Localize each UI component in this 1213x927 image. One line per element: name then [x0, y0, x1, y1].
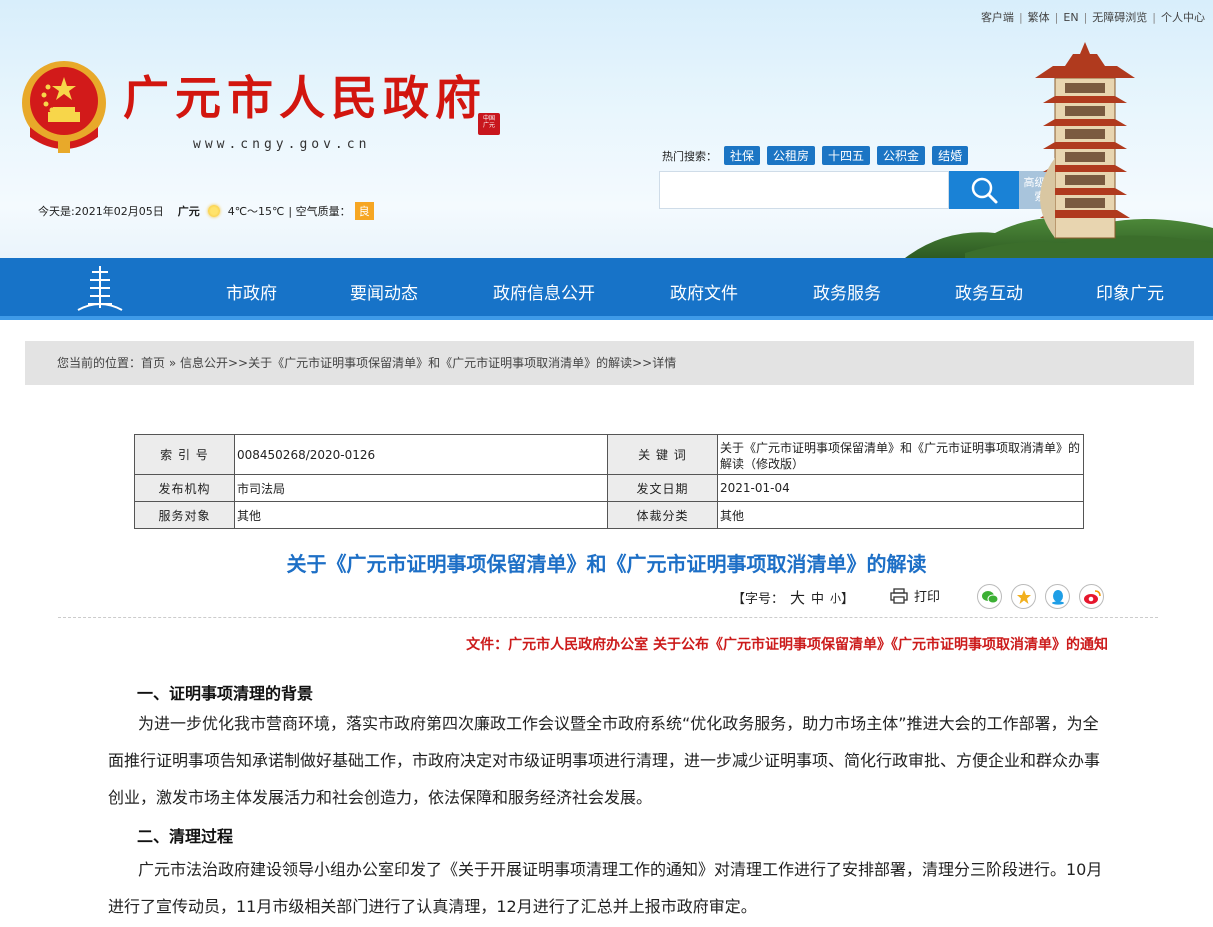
english-link[interactable]: EN	[1063, 11, 1078, 24]
personal-center-link[interactable]: 个人中心	[1161, 11, 1205, 24]
share-weibo-button[interactable]	[1079, 584, 1104, 609]
huangze-tower-icon	[905, 42, 1213, 258]
air-quality-label: | 空气质量：	[288, 205, 351, 218]
today-date: 今天是:2021年02月05日	[38, 205, 164, 218]
service-value: 其他	[234, 501, 608, 529]
section-1-text: 为进一步优化我市营商环境，落实市政府第四次廉政工作会议暨全市政府系统“优化政务服…	[108, 714, 1101, 807]
publisher-value: 市司法局	[234, 474, 608, 502]
hot-search-label: 热门搜索：	[662, 149, 717, 163]
article-title: 关于《广元市证明事项保留清单》和《广元市证明事项取消清单》的解读	[286, 552, 927, 576]
printer-icon	[890, 587, 908, 604]
top-links: 客户端 | 繁体 | EN | 无障碍浏览 | 个人中心	[980, 11, 1205, 24]
nav-municipal-government[interactable]: 市政府	[226, 279, 277, 304]
nav-impression-guangyuan[interactable]: 印象广元	[1096, 279, 1164, 304]
date-label: 发文日期	[607, 474, 718, 502]
section-2-text: 广元市法治政府建设领导小组办公室印发了《关于开展证明事项清理工作的通知》对清理工…	[108, 860, 1103, 916]
index-label: 索 引 号	[134, 434, 235, 475]
print-button[interactable]: 打印	[890, 586, 940, 605]
section-2-title: 二、清理过程	[137, 827, 234, 846]
meta-table: 索 引 号 008450268/2020-0126 关 键 词 关于《广元市证明…	[134, 434, 1084, 529]
share-wechat-button[interactable]	[977, 584, 1002, 609]
air-quality-badge: 良	[354, 202, 374, 220]
publisher-label: 发布机构	[134, 474, 235, 502]
share-qq-button[interactable]	[1045, 584, 1070, 609]
nav-info-disclosure[interactable]: 政府信息公开	[493, 279, 595, 304]
nav-news[interactable]: 要闻动态	[350, 279, 418, 304]
main-nav	[0, 258, 1213, 319]
font-size-close: 】	[841, 592, 855, 607]
hot-tag-14th-five-year[interactable]: 十四五	[822, 146, 871, 165]
tower-logo-icon	[77, 266, 123, 311]
font-small-button[interactable]: 小	[830, 590, 841, 606]
weibo-icon	[1083, 589, 1101, 604]
print-label: 打印	[914, 590, 941, 605]
keyword-label: 关 键 词	[607, 434, 718, 475]
traditional-chinese-link[interactable]: 繁体	[1028, 11, 1050, 24]
weather-city: 广元	[177, 205, 200, 218]
date-value: 2021-01-04	[717, 474, 1084, 502]
weather-bar: 今天是:2021年02月05日 广元 4℃～15℃ | 空气质量： 良	[38, 202, 374, 220]
source-document-link[interactable]: 文件：广元市人民政府办公室 关于公布《广元市证明事项保留清单》《广元市证明事项取…	[466, 634, 1108, 654]
keyword-value: 关于《广元市证明事项保留清单》和《广元市证明事项取消清单》的解读（修改版）	[717, 434, 1084, 475]
site-seal-icon: 中国 广元	[478, 113, 500, 135]
star-icon	[1016, 589, 1031, 604]
qq-icon	[1051, 589, 1064, 605]
wechat-icon	[981, 590, 998, 603]
hot-tag-social-security[interactable]: 社保	[724, 146, 761, 165]
nav-government-interaction[interactable]: 政务互动	[955, 279, 1023, 304]
title-divider	[58, 617, 1158, 618]
index-value: 008450268/2020-0126	[234, 434, 608, 475]
sunny-icon	[207, 205, 220, 217]
nav-government-documents[interactable]: 政府文件	[670, 279, 738, 304]
national-emblem-icon	[22, 61, 106, 153]
font-medium-button[interactable]: 中	[811, 588, 824, 607]
service-label: 服务对象	[134, 501, 235, 529]
hot-tag-public-housing[interactable]: 公租房	[767, 146, 816, 165]
nav-government-services[interactable]: 政务服务	[813, 279, 881, 304]
client-link[interactable]: 客户端	[981, 11, 1014, 24]
breadcrumb[interactable]: 您当前的位置：首页 » 信息公开>>关于《广元市证明事项保留清单》和《广元市证明…	[25, 341, 1194, 385]
nav-underline	[0, 316, 1213, 320]
genre-label: 体裁分类	[607, 501, 718, 529]
weather-temp: 4℃～15℃	[227, 205, 285, 218]
site-title[interactable]: 广元市人民政府	[123, 75, 487, 121]
font-size-label: 【字号：	[732, 592, 785, 607]
site-url: www.cngy.gov.cn	[193, 137, 371, 152]
font-large-button[interactable]: 大	[790, 587, 805, 608]
header: 客户端 | 繁体 | EN | 无障碍浏览 | 个人中心 广元市人民政府 中国 广元 www.cn…	[0, 0, 1213, 258]
share-favorite-button[interactable]	[1011, 584, 1036, 609]
accessibility-link[interactable]: 无障碍浏览	[1092, 11, 1147, 24]
font-size-controls: 【字号： 大 中 小 】	[732, 587, 854, 608]
genre-value: 其他	[717, 501, 1084, 529]
section-1-title: 一、证明事项清理的背景	[137, 684, 314, 703]
